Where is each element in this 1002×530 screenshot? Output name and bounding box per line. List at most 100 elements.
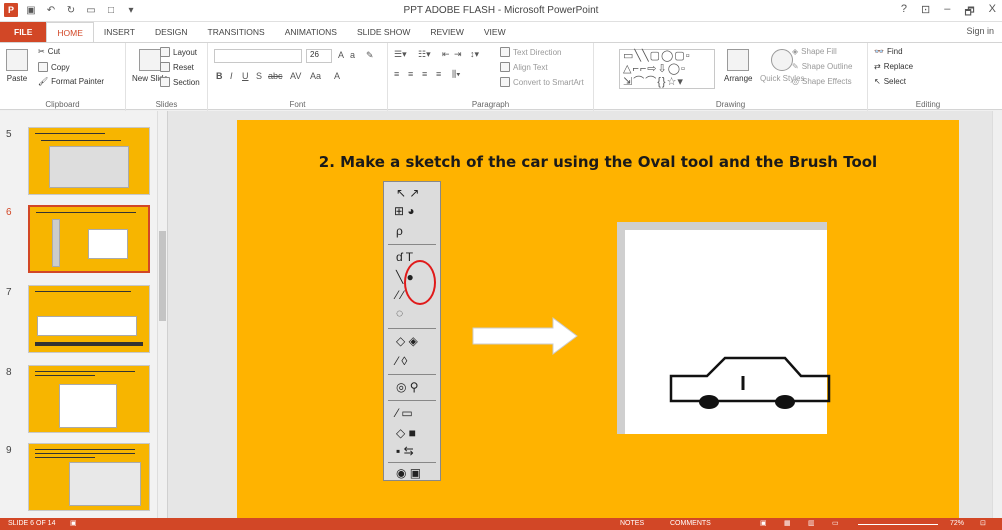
shape-fill-button[interactable]: ◈ Shape Fill — [792, 47, 837, 56]
line-spacing-button[interactable]: ↕▾ — [470, 49, 479, 60]
underline-button[interactable]: U — [242, 71, 249, 81]
layout-icon — [160, 47, 170, 57]
slide-canvas[interactable]: 2. Make a sketch of the car using the Ov… — [237, 120, 959, 524]
format-painter-button[interactable]: 🖌 Format Painter — [38, 77, 104, 86]
tab-design[interactable]: DESIGN — [145, 22, 198, 42]
reading-view-icon[interactable]: ▥ — [808, 518, 815, 530]
shadow-button[interactable]: S — [256, 71, 262, 81]
notes-button[interactable]: NOTES — [620, 518, 644, 530]
shape-outline-button[interactable]: ✎ Shape Outline — [792, 62, 852, 71]
right-arrow-shape[interactable] — [471, 316, 581, 356]
minimize-button[interactable]: – — [944, 3, 950, 22]
tab-home[interactable]: HOME — [46, 22, 94, 42]
align-text-icon — [500, 62, 510, 72]
ribbon-display-options-icon[interactable]: ⊡ — [921, 3, 930, 22]
section-icon — [160, 77, 170, 87]
font-size-dropdown[interactable]: 26 — [306, 49, 332, 63]
strikethrough-button[interactable]: abc — [268, 71, 283, 81]
clear-formatting-icon[interactable]: ✎ — [366, 50, 374, 61]
font-name-dropdown[interactable] — [214, 49, 302, 63]
replace-button[interactable]: ⇄ Replace — [874, 62, 913, 71]
align-text-button[interactable]: Align Text — [500, 62, 548, 72]
car-sketch — [669, 356, 831, 409]
align-right-button[interactable]: ≡ — [422, 69, 427, 79]
slide-counter: SLIDE 6 OF 14 — [8, 520, 56, 527]
reset-button[interactable]: Reset — [160, 62, 194, 72]
slide-scrollbar[interactable] — [992, 111, 1002, 518]
paste-button[interactable]: Paste — [6, 49, 28, 83]
find-button[interactable]: 👓 Find — [874, 47, 903, 56]
increase-indent-button[interactable]: ⇥ — [454, 49, 462, 60]
binoculars-icon: 👓 — [874, 47, 884, 56]
tab-review[interactable]: REVIEW — [420, 22, 474, 42]
paint-bucket-icon: ◈ — [792, 47, 799, 56]
arrange-button[interactable]: Arrange — [724, 49, 752, 83]
numbering-button[interactable]: ☷▾ — [418, 49, 431, 60]
shrink-font-button[interactable]: a — [350, 50, 355, 60]
tab-view[interactable]: VIEW — [474, 22, 516, 42]
slides-group: New Slide Layout Reset Section Slides — [126, 43, 208, 111]
section-button[interactable]: Section — [160, 77, 200, 87]
restore-button[interactable]: 🗗 — [964, 3, 974, 22]
zoom-slider[interactable] — [858, 524, 938, 525]
new-slide-icon — [139, 49, 161, 71]
layout-button[interactable]: Layout — [160, 47, 197, 57]
bullets-button[interactable]: ☰▾ — [394, 49, 407, 60]
normal-view-icon[interactable]: ▣ — [760, 518, 767, 530]
tab-slide-show[interactable]: SLIDE SHOW — [347, 22, 420, 42]
effects-icon: ◎ — [792, 77, 799, 86]
thumbnail-scrollbar[interactable] — [157, 111, 167, 518]
slide-sorter-icon[interactable]: ▦ — [784, 518, 791, 530]
slide-heading[interactable]: 2. Make a sketch of the car using the Ov… — [237, 153, 959, 171]
pen-icon: ✎ — [792, 62, 799, 71]
scrollbar-thumb[interactable] — [159, 231, 166, 321]
arrange-icon — [727, 49, 750, 71]
ribbon: Paste ✂ Cut Copy 🖌 Format Painter Clipboar… — [0, 42, 1002, 111]
justify-button[interactable]: ≡ — [436, 69, 441, 79]
tab-file[interactable]: FILE — [0, 22, 47, 42]
thumbnail-image — [28, 443, 150, 511]
zoom-level[interactable]: 72% — [950, 518, 964, 530]
sign-in-link[interactable]: Sign in — [966, 26, 994, 36]
grow-font-button[interactable]: A — [338, 50, 344, 60]
columns-button[interactable]: ⫼▾ — [452, 69, 461, 80]
cut-button[interactable]: ✂ Cut — [38, 47, 60, 56]
tab-transitions[interactable]: TRANSITIONS — [198, 22, 275, 42]
copy-button[interactable]: Copy — [38, 62, 70, 72]
decrease-indent-button[interactable]: ⇤ — [442, 49, 450, 60]
quick-styles-icon — [771, 49, 794, 71]
convert-smartart-button[interactable]: Convert to SmartArt — [500, 77, 584, 87]
fit-to-window-icon[interactable]: ⊡ — [980, 518, 986, 530]
italic-button[interactable]: I — [230, 71, 233, 81]
thumbnail-image — [28, 205, 150, 273]
character-spacing-button[interactable]: AV — [290, 71, 301, 81]
spellcheck-icon[interactable]: ▣ — [70, 518, 77, 530]
reset-icon — [160, 62, 170, 72]
slideshow-view-icon[interactable]: ▭ — [832, 518, 839, 530]
flash-tools-panel-image: ↖ ↗ ⊞ ◕ ρ ɗ T ╲ ● ⁄ ⁄ ◌ ◇ ◈ ⁄ ◊ ◎ ⚲ ⁄ ▭ … — [383, 181, 441, 481]
shapes-gallery[interactable]: ▭╲╲▢◯▢▫ △⌐⌐⇨⇩◯▫ ⇲⌒⌒{}☆▾ — [619, 49, 715, 89]
tab-insert[interactable]: INSERT — [94, 22, 145, 42]
text-direction-button[interactable]: Text Direction — [500, 47, 561, 57]
drawing-group-label: Drawing — [715, 100, 746, 109]
close-button[interactable]: X — [989, 3, 996, 22]
font-group-label: Font — [289, 100, 306, 109]
paste-icon — [6, 49, 28, 71]
highlight-circle — [404, 260, 436, 305]
cursor-icon: ↖ — [874, 77, 881, 86]
editing-group: 👓 Find ⇄ Replace ↖ Select Editing — [868, 43, 988, 111]
workspace: 5 6 7 8 9 2. Make a sketch of the car us… — [0, 111, 1002, 524]
ribbon-tabs: FILE HOME INSERT DESIGN TRANSITIONS ANIM… — [0, 22, 1002, 42]
bold-button[interactable]: B — [216, 71, 223, 81]
align-center-button[interactable]: ≡ — [408, 69, 413, 79]
change-case-button[interactable]: Aa — [310, 71, 321, 81]
shape-effects-button[interactable]: ◎ Shape Effects — [792, 77, 852, 86]
select-button[interactable]: ↖ Select — [874, 77, 906, 86]
align-left-button[interactable]: ≡ — [394, 69, 399, 79]
smartart-icon — [500, 77, 510, 87]
font-color-button[interactable]: A — [334, 71, 340, 81]
slide-thumbnail-pane: 5 6 7 8 9 — [0, 111, 168, 518]
help-button[interactable]: ? — [901, 3, 907, 22]
comments-button[interactable]: COMMENTS — [670, 518, 711, 530]
tab-animations[interactable]: ANIMATIONS — [275, 22, 347, 42]
